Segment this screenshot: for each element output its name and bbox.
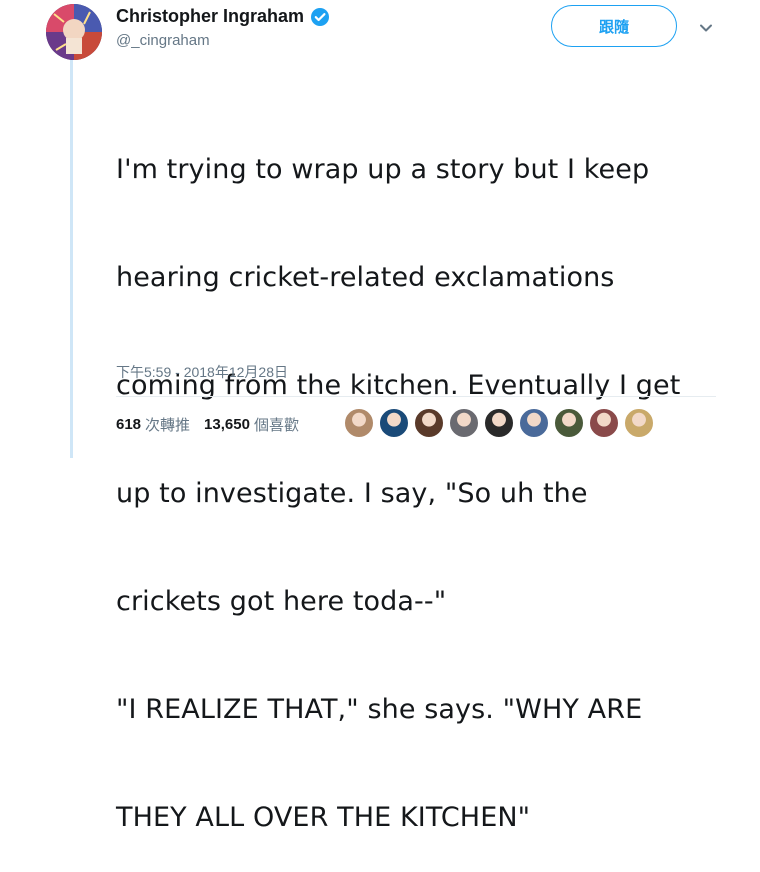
liker-avatar[interactable] (519, 408, 549, 438)
author-name-row: Christopher Ingraham (116, 6, 330, 27)
tweet-text-line: I'm trying to wrap up a story but I keep (116, 154, 650, 185)
retweet-label[interactable]: 次轉推 (145, 414, 190, 435)
liker-avatars (344, 408, 659, 438)
tweet-text: I'm trying to wrap up a story but I keep… (116, 80, 741, 872)
follow-button[interactable]: 跟隨 (551, 5, 677, 47)
tweet-text-line: crickets got here toda--" (116, 586, 447, 617)
avatar-image (46, 4, 102, 60)
liker-avatar[interactable] (554, 408, 584, 438)
divider (116, 396, 716, 397)
liker-avatar[interactable] (344, 408, 374, 438)
liker-avatar[interactable] (379, 408, 409, 438)
verified-badge-icon (310, 7, 330, 27)
liker-avatar[interactable] (484, 408, 514, 438)
author-avatar[interactable] (46, 4, 102, 60)
tweet-stats: 618 次轉推 13,650 個喜歡 (116, 414, 313, 435)
liker-avatar[interactable] (449, 408, 479, 438)
liker-avatar[interactable] (589, 408, 619, 438)
liker-avatar[interactable] (414, 408, 444, 438)
tweet-timestamp[interactable]: 下午5:59 - 2018年12月28日 (116, 362, 288, 382)
retweet-count[interactable]: 618 (116, 416, 141, 433)
tweet-text-line: "I REALIZE THAT," she says. "WHY ARE (116, 694, 643, 725)
tweet-text-line: hearing cricket-related exclamations (116, 262, 615, 293)
liker-avatar[interactable] (624, 408, 654, 438)
like-count[interactable]: 13,650 (204, 416, 250, 433)
tweet-text-line: THEY ALL OVER THE KITCHEN" (116, 802, 531, 833)
like-label[interactable]: 個喜歡 (254, 414, 299, 435)
tweet-text-line: up to investigate. I say, "So uh the (116, 478, 588, 509)
thread-line (70, 58, 73, 458)
chevron-down-icon[interactable] (696, 18, 716, 38)
author-handle[interactable]: @_cingraham (116, 32, 210, 49)
author-display-name[interactable]: Christopher Ingraham (116, 6, 304, 27)
